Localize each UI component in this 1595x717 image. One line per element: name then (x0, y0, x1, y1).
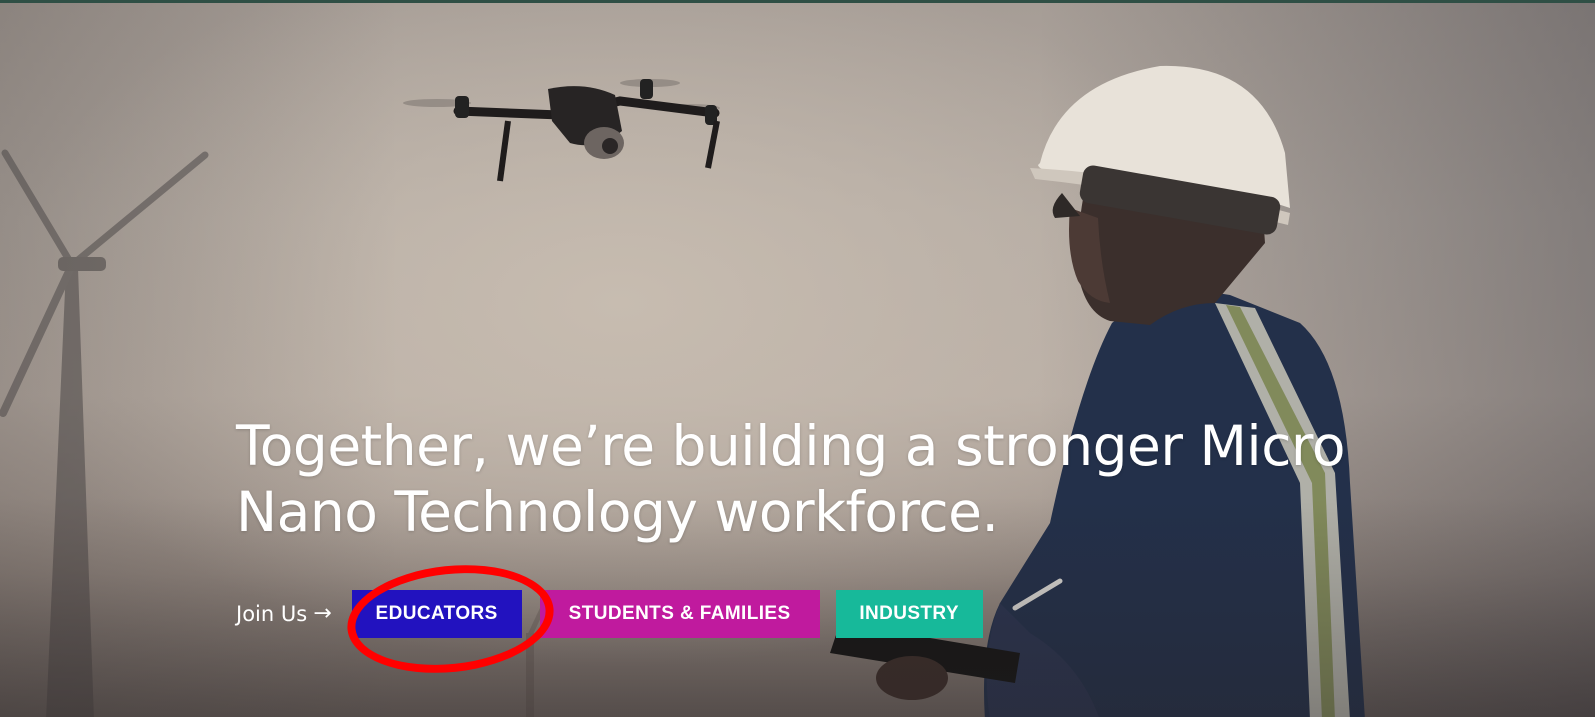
industry-button[interactable]: INDUSTRY (835, 590, 983, 638)
students-families-button[interactable]: STUDENTS & FAMILIES (539, 590, 820, 638)
drone-illustration (403, 79, 720, 182)
join-us-label: Join Us → (236, 602, 332, 626)
cta-row: Join Us → EDUCATORS STUDENTS & FAMILIES … (236, 590, 999, 638)
educators-button[interactable]: EDUCATORS (351, 590, 522, 638)
hero-headline: Together, we’re building a stronger Micr… (236, 414, 1346, 544)
hero-banner: Together, we’re building a stronger Micr… (0, 0, 1595, 717)
arrow-right-icon: → (313, 601, 332, 626)
join-us-text: Join Us (236, 602, 308, 626)
